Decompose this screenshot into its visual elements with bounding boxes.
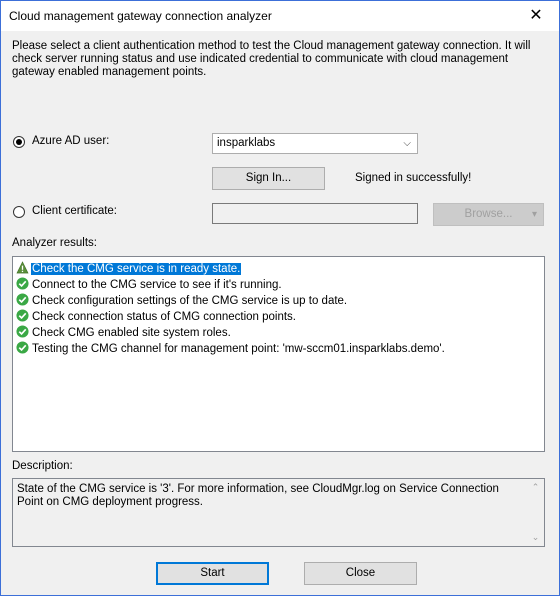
sign-in-button[interactable]: Sign In... [212, 167, 325, 190]
description-scrollbar[interactable]: ⌃ ⌄ [527, 479, 544, 546]
result-item[interactable]: Check CMG enabled site system roles. [16, 325, 232, 340]
warning-icon [16, 261, 29, 274]
client-certificate-radio[interactable] [13, 206, 25, 218]
result-item-text: Connect to the CMG service to see if it'… [32, 279, 282, 291]
scroll-up-icon[interactable]: ⌃ [527, 482, 544, 493]
browse-label: Browse... [464, 208, 513, 220]
result-item[interactable]: Connect to the CMG service to see if it'… [16, 277, 283, 292]
description-label: Description: [12, 460, 73, 472]
result-item[interactable]: Check the CMG service is in ready state. [16, 261, 242, 276]
success-check-icon [16, 325, 29, 338]
chevron-down-icon: ⌵ [403, 138, 411, 149]
result-item[interactable]: Testing the CMG channel for management p… [16, 341, 446, 356]
result-item-text: Check the CMG service is in ready state. [31, 263, 242, 275]
analyzer-results-label: Analyzer results: [12, 237, 98, 249]
result-item-text: Testing the CMG channel for management p… [32, 343, 445, 355]
browse-button[interactable]: Browse... ▾ [433, 203, 544, 226]
success-check-icon [16, 341, 29, 354]
azure-ad-radio[interactable] [13, 136, 25, 148]
start-button[interactable]: Start [156, 562, 269, 585]
intro-text: Please select a client authentication me… [12, 40, 531, 78]
client-certificate-label: Client certificate: [32, 205, 118, 217]
sign-in-status: Signed in successfully! [355, 172, 472, 184]
scroll-down-icon[interactable]: ⌄ [527, 532, 544, 543]
analyzer-window: Cloud management gateway connection anal… [0, 0, 560, 596]
azure-ad-label: Azure AD user: [32, 135, 110, 147]
success-check-icon [16, 277, 29, 290]
result-item-text: Check connection status of CMG connectio… [32, 311, 297, 323]
azure-user-dropdown[interactable]: insparklabs ⌵ [212, 133, 418, 154]
title-bar: Cloud management gateway connection anal… [1, 1, 559, 31]
result-item[interactable]: Check connection status of CMG connectio… [16, 309, 297, 324]
analyzer-results-list[interactable]: Check the CMG service is in ready state.… [12, 256, 545, 452]
window-title: Cloud management gateway connection anal… [9, 9, 272, 23]
close-window-icon[interactable]: ✕ [513, 1, 559, 31]
description-box[interactable]: State of the CMG service is '3'. For mor… [12, 478, 545, 547]
success-check-icon [16, 309, 29, 322]
result-item-text: Check configuration settings of the CMG … [32, 295, 348, 307]
chevron-down-icon: ▾ [531, 209, 537, 220]
result-item-text: Check CMG enabled site system roles. [32, 327, 231, 339]
description-text: State of the CMG service is '3'. For mor… [17, 483, 499, 508]
close-button[interactable]: Close [304, 562, 417, 585]
client-certificate-field[interactable] [212, 203, 418, 224]
result-item[interactable]: Check configuration settings of the CMG … [16, 293, 348, 308]
success-check-icon [16, 293, 29, 306]
azure-user-value: insparklabs [217, 137, 276, 149]
